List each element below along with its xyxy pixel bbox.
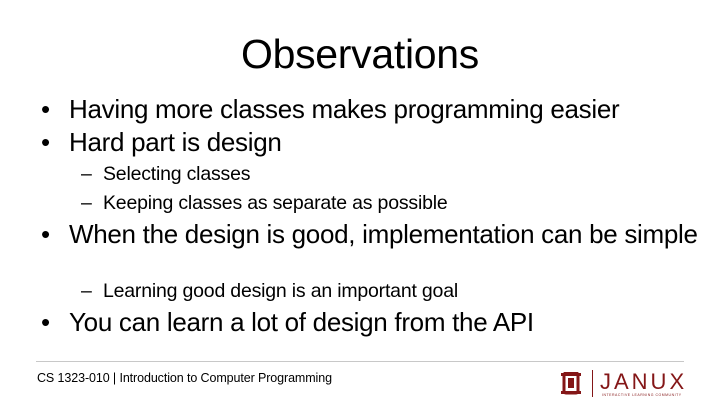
ou-logo-icon [561, 372, 581, 395]
sub-bullet-item: Selecting classes [81, 163, 703, 185]
bullet-item: Hard part is design [41, 129, 699, 157]
bullet-item: Having more classes makes programming ea… [41, 96, 699, 124]
logo-separator [592, 370, 593, 397]
sub-bullet-item: Learning good design is an important goa… [81, 280, 703, 302]
bullet-list: Having more classes makes programming ea… [0, 0, 720, 360]
sub-bullet-item: Keeping classes as separate as possible [81, 192, 703, 214]
janux-logo: JANUX [600, 369, 688, 394]
course-label: CS 1323-010 | Introduction to Computer P… [37, 371, 332, 385]
bullet-item: When the design is good, implementation … [41, 221, 699, 249]
logo-tagline: INTERACTIVE LEARNING COMMUNITY [602, 393, 682, 397]
bullet-item: You can learn a lot of design from the A… [41, 309, 699, 337]
footer-divider [36, 361, 684, 362]
